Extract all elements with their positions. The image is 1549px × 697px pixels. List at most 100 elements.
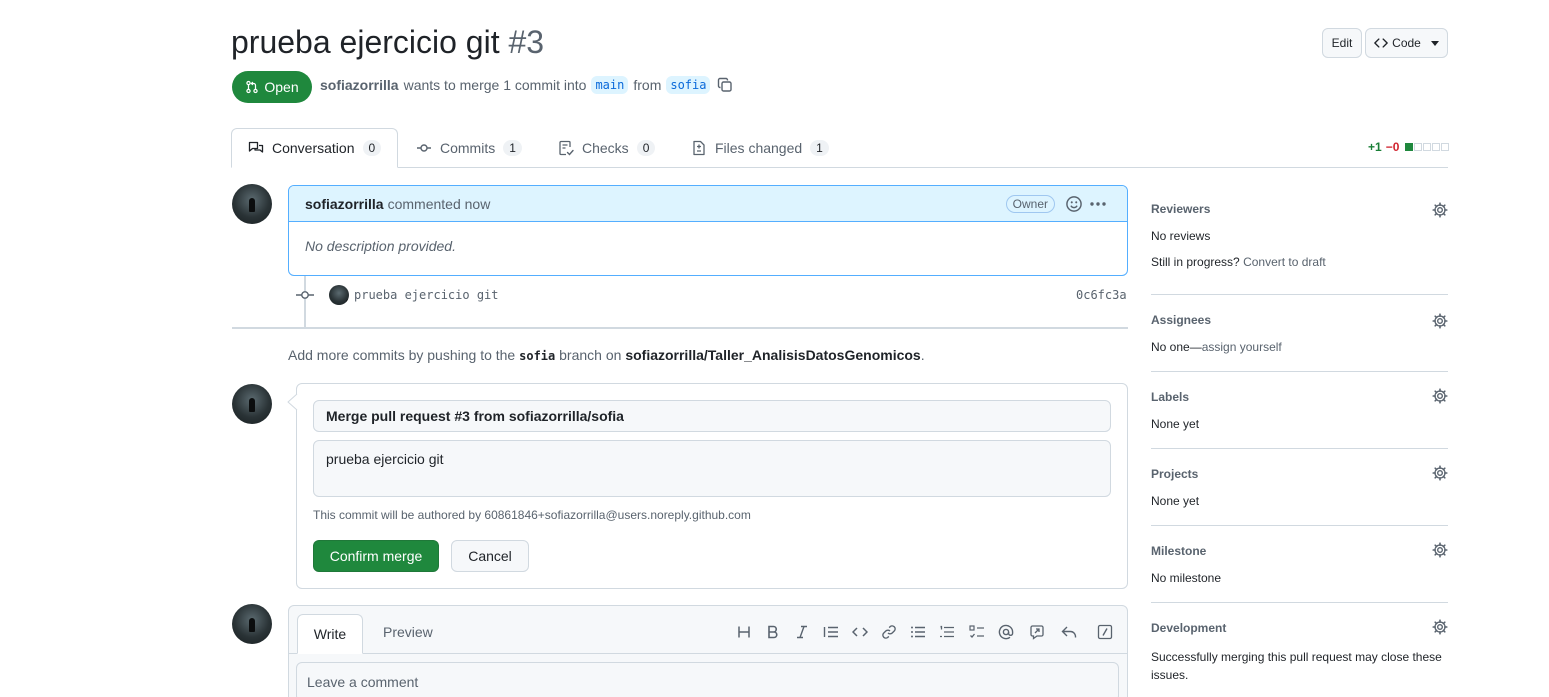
base-branch[interactable]: main	[591, 76, 629, 94]
reviewers-title[interactable]: Reviewers	[1151, 202, 1448, 216]
edit-button[interactable]: Edit	[1322, 28, 1362, 58]
diffstat-deletions: −0	[1385, 140, 1400, 154]
code-button[interactable]: Code	[1365, 28, 1448, 58]
commit-message[interactable]: prueba ejercicio git	[354, 288, 499, 302]
confirm-merge-button[interactable]: Confirm merge	[313, 540, 439, 572]
gear-icon[interactable]	[1432, 465, 1448, 481]
development-value: Successfully merging this pull request m…	[1151, 650, 1442, 682]
comment-textarea[interactable]	[296, 662, 1119, 697]
code-button-label: Code	[1392, 36, 1421, 50]
slash-command-icon[interactable]	[1094, 622, 1116, 642]
draft-hint: Still in progress? Convert to draft	[1151, 255, 1448, 269]
hint-middle: branch on	[559, 347, 622, 363]
avatar[interactable]	[232, 604, 272, 644]
draft-hint-text: Still in progress?	[1151, 255, 1240, 269]
reply-icon[interactable]	[1058, 622, 1080, 642]
pr-title-text: prueba ejercicio git	[231, 24, 500, 60]
avatar[interactable]	[232, 384, 272, 424]
development-title[interactable]: Development	[1151, 621, 1448, 635]
assignees-none: No one—	[1151, 340, 1202, 354]
smiley-icon[interactable]	[1065, 195, 1083, 213]
gear-icon[interactable]	[1432, 542, 1448, 558]
hint-prefix: Add more commits by pushing to the	[288, 347, 516, 363]
tab-checks[interactable]: Checks 0	[558, 128, 656, 168]
labels-title[interactable]: Labels	[1151, 390, 1448, 404]
editor-tab-divider	[288, 653, 1128, 654]
commit-avatar[interactable]	[329, 285, 349, 305]
task-list-icon[interactable]	[966, 622, 988, 642]
page-title: prueba ejercicio git #3	[231, 24, 544, 61]
tab-counter: 0	[636, 140, 656, 156]
reference-icon[interactable]	[1026, 622, 1048, 642]
tab-label: Checks	[582, 140, 629, 156]
quote-icon[interactable]	[820, 622, 842, 642]
sidebar-divider	[1151, 371, 1448, 372]
tab-write[interactable]: Write	[297, 614, 363, 654]
pr-number: #3	[508, 24, 545, 60]
merge-text: wants to merge 1 commit into	[403, 77, 587, 93]
head-branch[interactable]: sofia	[666, 76, 711, 94]
hint-branch: sofia	[519, 349, 556, 363]
unordered-list-icon[interactable]	[907, 622, 929, 642]
status-badge: Open	[232, 71, 312, 103]
diffstat-additions: +1	[1368, 140, 1382, 154]
bold-icon[interactable]	[762, 622, 784, 642]
sidebar-projects: Projects None yet	[1151, 467, 1448, 508]
sidebar-labels: Labels None yet	[1151, 390, 1448, 431]
reviewers-value: No reviews	[1151, 229, 1211, 243]
tab-preview[interactable]: Preview	[383, 624, 433, 640]
gear-icon[interactable]	[1432, 619, 1448, 635]
diffstat: +1 −0	[1368, 140, 1450, 154]
comment-action[interactable]: commented now	[388, 196, 491, 212]
author-link[interactable]: sofiazorrilla	[320, 77, 399, 93]
italic-icon[interactable]	[791, 622, 813, 642]
milestone-value: No milestone	[1151, 571, 1222, 585]
tab-counter: 0	[362, 140, 382, 156]
cancel-button[interactable]: Cancel	[451, 540, 529, 572]
projects-title[interactable]: Projects	[1151, 467, 1448, 481]
comment-body: No description provided.	[305, 238, 456, 254]
status-label: Open	[264, 79, 299, 95]
sidebar-assignees: Assignees No one—assign yourself	[1151, 313, 1448, 354]
heading-icon[interactable]	[733, 622, 755, 642]
hint-suffix: .	[920, 347, 925, 363]
git-commit-icon	[416, 140, 432, 156]
gear-icon[interactable]	[1432, 388, 1448, 404]
author-note: This commit will be authored by 60861846…	[313, 508, 751, 522]
kebab-horizontal-icon[interactable]	[1089, 196, 1107, 212]
pr-subtitle: sofiazorrilla wants to merge 1 commit in…	[320, 76, 733, 94]
merge-title-input[interactable]	[313, 400, 1111, 432]
comment-card: sofiazorrilla commented now Owner No des…	[288, 185, 1128, 276]
mention-icon[interactable]	[995, 622, 1017, 642]
tab-label: Commits	[440, 140, 496, 156]
diffstat-bar	[1405, 143, 1450, 151]
copy-icon[interactable]	[717, 77, 733, 93]
tab-commits[interactable]: Commits 1	[416, 128, 522, 168]
link-icon[interactable]	[878, 622, 900, 642]
avatar[interactable]	[232, 184, 272, 224]
assignees-title[interactable]: Assignees	[1151, 313, 1448, 327]
commit-sha[interactable]: 0c6fc3a	[1076, 288, 1127, 302]
labels-value: None yet	[1151, 417, 1200, 431]
timeline-divider	[232, 327, 1128, 329]
push-hint: Add more commits by pushing to the sofia…	[288, 347, 925, 363]
tab-conversation[interactable]: Conversation 0	[231, 128, 399, 168]
assign-yourself-link[interactable]: assign yourself	[1202, 340, 1282, 354]
tab-files-changed[interactable]: Files changed 1	[691, 128, 829, 168]
from-text: from	[633, 77, 662, 93]
code-icon[interactable]	[849, 622, 871, 642]
file-diff-icon	[691, 140, 707, 156]
sidebar-divider	[1151, 602, 1448, 603]
projects-value: None yet	[1151, 494, 1200, 508]
comment-discussion-icon	[248, 140, 264, 156]
gear-icon[interactable]	[1432, 202, 1448, 218]
merge-message-textarea[interactable]: prueba ejercicio git	[313, 440, 1111, 497]
tab-label: Conversation	[272, 140, 355, 156]
ordered-list-icon[interactable]	[936, 622, 958, 642]
git-pull-request-icon	[245, 80, 259, 94]
milestone-title[interactable]: Milestone	[1151, 544, 1448, 558]
hint-repo-link[interactable]: sofiazorrilla/Taller_AnalisisDatosGenomi…	[625, 347, 920, 363]
comment-author[interactable]: sofiazorrilla	[305, 196, 384, 212]
gear-icon[interactable]	[1432, 313, 1448, 329]
convert-to-draft-link[interactable]: Convert to draft	[1243, 255, 1326, 269]
